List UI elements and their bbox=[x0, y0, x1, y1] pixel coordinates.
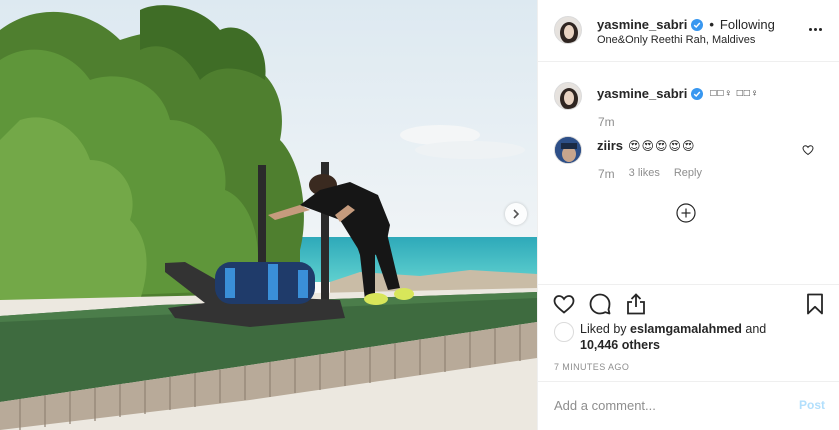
bookmark-icon[interactable] bbox=[803, 292, 827, 316]
post-header: yasmine_sabri • Following One&Only Reeth… bbox=[538, 0, 839, 62]
post-timestamp[interactable]: 7 MINUTES AGO bbox=[554, 362, 629, 372]
post-button[interactable]: Post bbox=[799, 398, 825, 412]
reply-button[interactable]: Reply bbox=[674, 167, 702, 181]
comment-time[interactable]: 7m bbox=[598, 167, 615, 181]
avatar[interactable] bbox=[554, 16, 582, 44]
avatar[interactable] bbox=[554, 322, 574, 342]
liker-username[interactable]: eslamgamalahmed bbox=[630, 322, 742, 336]
following-button[interactable]: Following bbox=[720, 17, 775, 32]
header-username[interactable]: yasmine_sabri bbox=[597, 17, 687, 32]
caption-text: □□♀ □□♀ bbox=[710, 88, 760, 99]
next-photo-button[interactable] bbox=[505, 203, 527, 225]
verified-badge-icon bbox=[691, 87, 704, 100]
post-photo[interactable] bbox=[0, 0, 537, 430]
avatar[interactable] bbox=[554, 82, 582, 110]
separator-dot: • bbox=[709, 17, 714, 32]
comment-input[interactable] bbox=[554, 396, 774, 414]
location-link[interactable]: One&Only Reethi Rah, Maldives bbox=[597, 34, 755, 46]
header-user-row: yasmine_sabri • Following bbox=[597, 17, 775, 32]
post-panel: yasmine_sabri • Following One&Only Reeth… bbox=[537, 0, 839, 430]
caption-username[interactable]: yasmine_sabri bbox=[597, 86, 687, 101]
avatar[interactable] bbox=[554, 136, 582, 164]
actions-section: Liked by eslamgamalahmed and 10,446 othe… bbox=[538, 284, 839, 429]
heart-icon[interactable] bbox=[802, 144, 814, 156]
comment-username[interactable]: ziirs bbox=[597, 138, 623, 153]
comment: ziirs 😍😍😍😍😍 bbox=[597, 138, 696, 153]
comment-bubble-icon[interactable] bbox=[588, 292, 612, 316]
comment-likes[interactable]: 3 likes bbox=[629, 167, 660, 181]
post-image bbox=[0, 0, 537, 430]
likes-prefix: Liked by bbox=[580, 322, 627, 336]
comment-meta: 7m 3 likes Reply bbox=[598, 167, 702, 181]
likes-others-link[interactable]: 10,446 others bbox=[580, 338, 660, 352]
comments-list: yasmine_sabri □□♀ □□♀ 7m ziirs 😍😍😍😍😍 7m bbox=[538, 62, 839, 284]
share-icon[interactable] bbox=[624, 292, 648, 316]
caption: yasmine_sabri □□♀ □□♀ bbox=[597, 86, 759, 101]
verified-badge-icon bbox=[691, 18, 704, 31]
add-comment-bar: Post bbox=[538, 381, 839, 430]
comment-text: 😍😍😍😍😍 bbox=[628, 138, 696, 153]
caption-time[interactable]: 7m bbox=[598, 115, 615, 129]
heart-icon[interactable] bbox=[552, 292, 576, 316]
chevron-right-icon bbox=[513, 209, 520, 219]
likes-conjunction: and bbox=[745, 322, 767, 336]
likes-summary: Liked by eslamgamalahmed and 10,446 othe… bbox=[554, 321, 800, 353]
more-options-button[interactable] bbox=[805, 22, 825, 36]
likes-text: Liked by eslamgamalahmed and 10,446 othe… bbox=[580, 321, 800, 353]
plus-circle-icon[interactable] bbox=[676, 203, 696, 223]
more-horizontal-icon bbox=[808, 27, 812, 31]
